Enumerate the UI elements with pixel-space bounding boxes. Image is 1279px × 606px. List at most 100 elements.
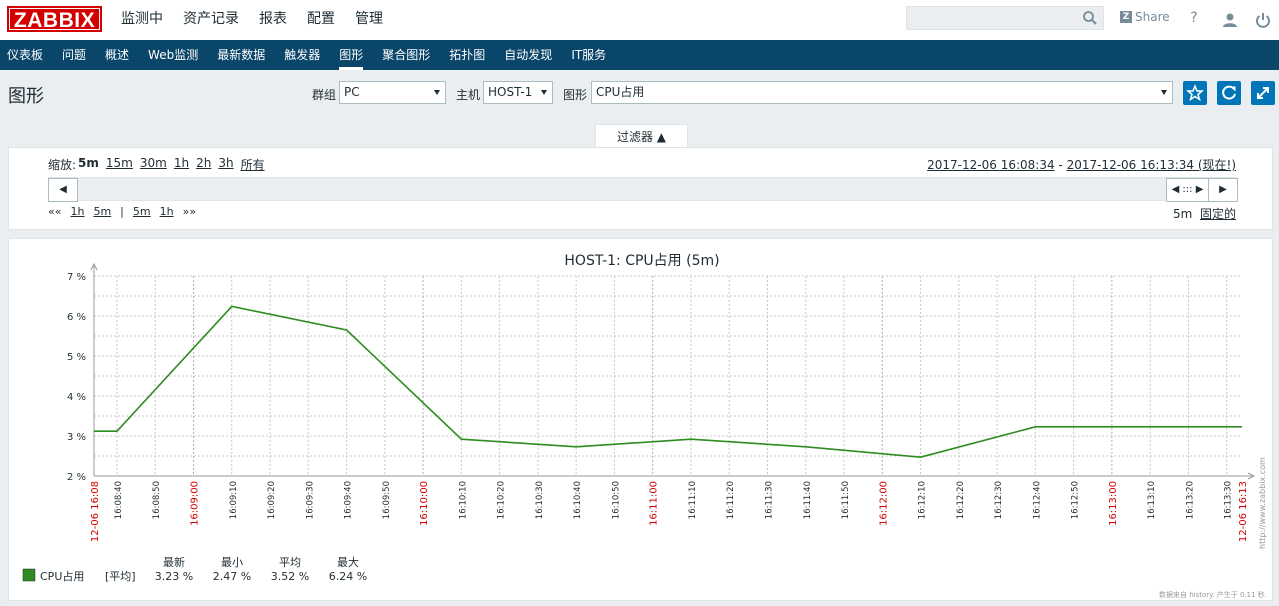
zoom-option[interactable]: 5m [78, 156, 99, 173]
sub-menu-triggers[interactable]: 触发器 [284, 40, 320, 70]
favorite-button[interactable] [1183, 81, 1207, 105]
page-header: 图形 群组 PC 主机 HOST-1 图形 CPU占用 [0, 70, 1279, 116]
y-tick-label: 5 % [67, 352, 86, 363]
period-to[interactable]: 2017-12-06 16:13:34 (现在!) [1067, 158, 1236, 172]
scroll-left-button[interactable]: ◀ [48, 178, 78, 202]
share-label: Share [1135, 10, 1170, 24]
nav-fwd-5m[interactable]: 5m [133, 205, 151, 218]
graph-select[interactable]: CPU占用 [591, 81, 1173, 104]
zoom-option[interactable]: 所有 [241, 156, 265, 173]
legend-value-last: 3.23 % [155, 570, 193, 583]
main-menu-item-administration[interactable]: 管理 [355, 0, 383, 40]
sub-menu-overview[interactable]: 概述 [105, 40, 129, 70]
share-button[interactable]: Z Share [1120, 10, 1170, 24]
fixed-toggle[interactable]: 固定的 [1200, 207, 1236, 221]
cpu-graph: HOST-1: CPU占用 (5m) 7 % 6 % 5 % 4 % 3 % 2 % 12… [22, 253, 1267, 599]
zabbix-logo[interactable]: ZABBIX [7, 6, 102, 32]
sub-menu-latest-data[interactable]: 最新数据 [217, 40, 265, 70]
zoom-option[interactable]: 2h [196, 156, 211, 173]
legend-value-avg: 3.52 % [271, 570, 309, 583]
x-tick-label: 16:09:20 [267, 481, 277, 519]
graph-select-value: CPU占用 [596, 85, 645, 99]
x-tick-label: 16:11:10 [688, 481, 698, 519]
legend-header-min: 最小 [221, 556, 243, 569]
y-tick-label: 2 % [67, 472, 86, 483]
sub-menu-discovery[interactable]: 自动发现 [504, 40, 552, 70]
sub-menu-it-services[interactable]: IT服务 [571, 40, 606, 70]
user-icon[interactable] [1222, 11, 1238, 29]
graph-footer: 数据来自 history. 产生于 0.11 秒. [1159, 590, 1267, 599]
main-menu-item-monitoring[interactable]: 监测中 [121, 0, 163, 40]
refresh-button[interactable] [1217, 81, 1241, 105]
nav-back-1h[interactable]: 1h [70, 205, 84, 218]
nav-back-5m[interactable]: 5m [93, 205, 111, 218]
scroll-right-button[interactable]: ▶ [1208, 178, 1238, 202]
top-bar: ZABBIX 监测中 资产记录 报表 配置 管理 Z Share ? [0, 0, 1279, 40]
zoom-option[interactable]: 3h [218, 156, 233, 173]
x-tick-label: 16:13:30 [1224, 481, 1234, 519]
x-tick-label: 16:11:30 [764, 481, 774, 519]
x-tick-label: 12-06 16:08 [90, 481, 101, 542]
period-from[interactable]: 2017-12-06 16:08:34 [927, 158, 1054, 172]
nav-fwd-1h[interactable]: 1h [160, 205, 174, 218]
x-tick-label: 16:12:10 [918, 481, 928, 519]
filter-tab[interactable]: 过滤器 ▲ [595, 124, 688, 148]
host-label: 主机 [456, 88, 481, 102]
main-menu-item-inventory[interactable]: 资产记录 [183, 0, 239, 40]
legend-header-avg: 平均 [279, 556, 301, 569]
period-display: 2017-12-06 16:08:34 - 2017-12-06 16:13:3… [927, 156, 1236, 173]
host-select[interactable]: HOST-1 [483, 81, 553, 104]
legend-func: [平均] [105, 570, 136, 583]
fullscreen-icon [1257, 87, 1269, 99]
search-input[interactable] [906, 6, 1104, 30]
zoom-option[interactable]: 1h [174, 156, 189, 173]
sub-menu-dashboard[interactable]: 仪表板 [7, 40, 43, 70]
timeline-scrollbar[interactable]: ◀ ◀ ::: ▶ ▶ [48, 177, 1238, 202]
nav-separator: | [120, 205, 124, 218]
sub-menu-problems[interactable]: 问题 [62, 40, 86, 70]
main-menu: 监测中 资产记录 报表 配置 管理 [121, 0, 403, 40]
x-tick-label: 16:11:40 [803, 481, 813, 519]
x-tick-label: 16:13:00 [1108, 481, 1119, 526]
sub-menu-graphs[interactable]: 图形 [339, 40, 364, 70]
zoom-option[interactable]: 30m [140, 156, 167, 173]
x-tick-label: 16:09:30 [305, 481, 315, 519]
main-menu-item-reports[interactable]: 报表 [259, 0, 287, 40]
fullscreen-button[interactable] [1251, 81, 1275, 105]
zoom-options: 缩放: 5m 15m 30m 1h 2h 3h 所有 [48, 156, 272, 173]
x-tick-label: 16:09:40 [344, 481, 354, 519]
group-select[interactable]: PC [339, 81, 446, 104]
legend-swatch [22, 568, 36, 582]
x-tick-label: 16:12:50 [1071, 481, 1081, 519]
sub-menu-web[interactable]: Web监测 [148, 40, 198, 70]
star-icon [1186, 83, 1204, 102]
sub-menu-screens[interactable]: 聚合图形 [382, 40, 430, 70]
search-icon[interactable] [1082, 10, 1098, 26]
graph-label: 图形 [563, 88, 588, 102]
x-tick-label: 16:12:20 [956, 481, 966, 519]
x-tick-label: 16:10:40 [573, 481, 583, 519]
chevron-down-icon [1161, 90, 1167, 95]
x-tick-label: 16:11:00 [649, 481, 660, 526]
x-tick-label: 16:13:10 [1147, 481, 1157, 519]
sub-menu-maps[interactable]: 拓扑图 [449, 40, 485, 70]
legend-value-max: 6.24 % [329, 570, 367, 583]
x-tick-label: 16:12:40 [1032, 481, 1042, 519]
power-icon[interactable] [1255, 11, 1271, 29]
legend-value-min: 2.47 % [213, 570, 251, 583]
graph-panel: HOST-1: CPU占用 (5m) 7 % 6 % 5 % 4 % 3 % 2 % 12… [8, 238, 1273, 601]
x-tick-label: 16:10:10 [458, 481, 468, 519]
host-select-value: HOST-1 [488, 85, 533, 99]
question-icon[interactable]: ? [1186, 10, 1202, 28]
chevron-down-icon [541, 90, 547, 95]
x-tick-label: 16:10:20 [497, 481, 507, 519]
scroll-handle[interactable]: ◀ ::: ▶ [1166, 178, 1208, 202]
x-tick-label: 16:12:00 [878, 481, 889, 526]
y-tick-label: 6 % [67, 312, 86, 323]
watermark: http://www.zabbix.com [1258, 457, 1267, 549]
period-separator: - [1054, 158, 1067, 172]
graph-title: HOST-1: CPU占用 (5m) [564, 253, 719, 269]
main-menu-item-configuration[interactable]: 配置 [307, 0, 335, 40]
x-tick-label: 12-06 16:13 [1238, 481, 1249, 542]
zoom-option[interactable]: 15m [106, 156, 133, 173]
